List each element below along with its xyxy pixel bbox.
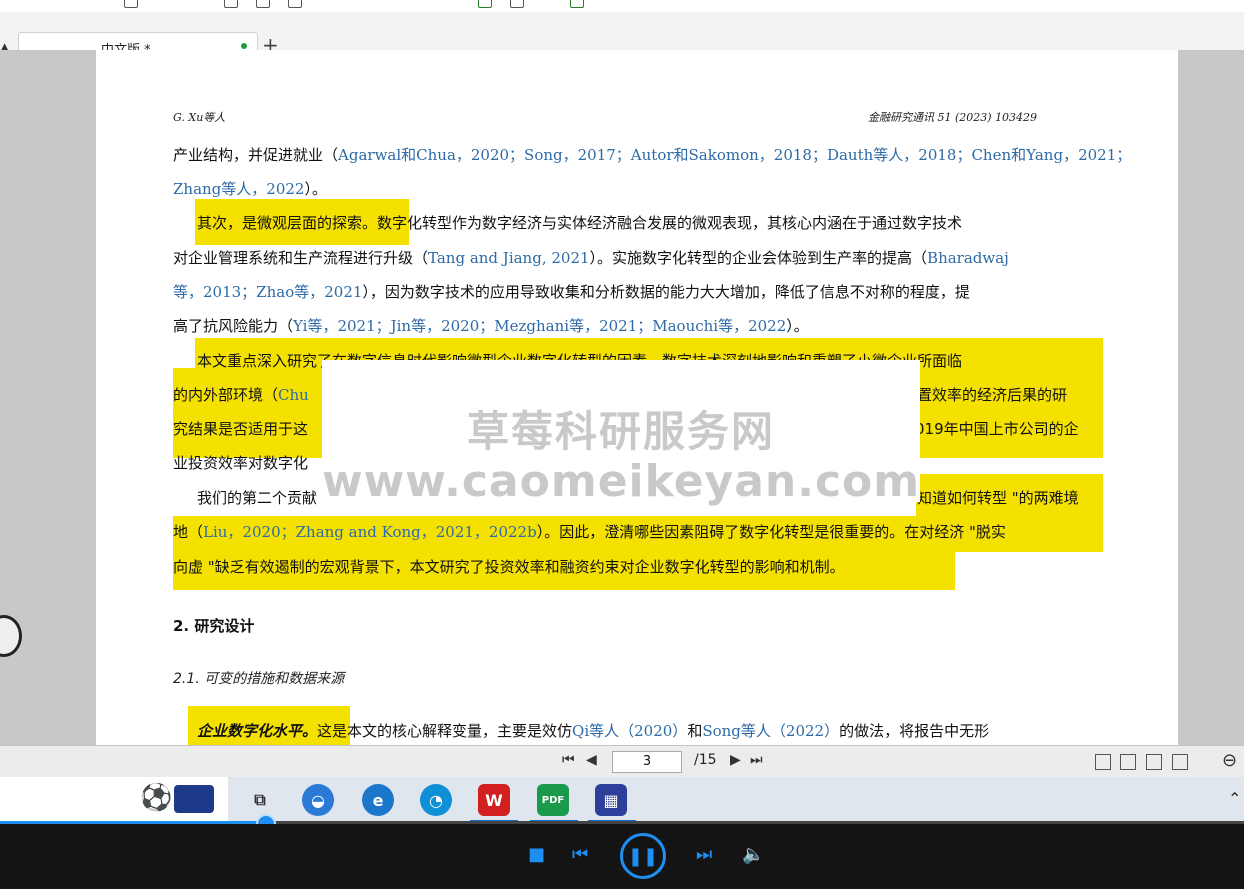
prev-page-icon[interactable]: ◀ [586, 752, 597, 768]
stop-icon[interactable]: ■ [528, 844, 545, 865]
text-line: 产业结构，并促进就业（Agarwal和Chua，2020；Song，2017；A… [173, 146, 1132, 164]
taskbar-search-area[interactable]: ⚽ [0, 777, 228, 823]
citation-link[interactable]: Tang and Jiang, 2021 [428, 249, 590, 267]
page-total: /15 [694, 752, 717, 768]
pdf-reader-icon[interactable]: PDF [537, 784, 569, 816]
text-line: 知道如何转型 "的两难境 [917, 489, 1079, 507]
section-heading: 2. 研究设计 [173, 617, 255, 635]
citation-link[interactable]: Song等人（2022） [702, 722, 839, 740]
next-page-icon[interactable]: ▶ [730, 752, 741, 768]
text-line: 企业数字化水平。这是本文的核心解释变量，主要是效仿Qi等人（2020）和Song… [197, 722, 990, 740]
text-line: 我们的第二个贡献 [197, 489, 318, 507]
citation-link[interactable]: Yi等，2021；Jin等，2020；Mezghani等，2021；Maouch… [293, 317, 786, 335]
text-line: 其次，是微观层面的探索。数字化转型作为数字经济与实体经济融合发展的微观表现，其核… [197, 214, 963, 232]
text-line: 置效率的经济后果的研 [917, 386, 1068, 404]
toolbar-icon[interactable] [570, 0, 584, 8]
text-line: 业投资效率对数字化 [173, 454, 309, 472]
shoe-icon [174, 785, 214, 813]
first-page-icon[interactable]: ⏮ [562, 752, 575, 768]
toolbar-icon[interactable] [224, 0, 238, 8]
watermark-title: 草莓科研服务网 [466, 407, 775, 456]
page-nav-bar: ⏮ ◀ 3 /15 ▶ ⏭ ⊖ [0, 745, 1244, 778]
citation-link[interactable]: Agarwal和Chua，2020；Song，2017；Autor和Sakomo… [338, 146, 1131, 164]
toolbar-icon[interactable] [124, 0, 138, 8]
citation-link[interactable]: Chu [278, 386, 309, 404]
single-page-view-icon[interactable] [1095, 754, 1111, 770]
text-line: 向虚 "缺乏有效遏制的宏观背景下，本文研究了投资效率和融资约束对企业数字化转型的… [173, 558, 845, 576]
subsection-heading: 2.1. 可变的措施和数据来源 [173, 671, 345, 687]
citation-link[interactable]: Bharadwaj [927, 249, 1009, 267]
continuous-view-icon[interactable] [1146, 754, 1162, 770]
citation-link[interactable]: 等，2013；Zhao等，2021 [173, 283, 362, 301]
toolbar-icon[interactable] [288, 0, 302, 8]
text-line: 等，2013；Zhao等，2021），因为数字技术的应用导致收集和分析数据的能力… [173, 283, 970, 301]
taskbar: ⚽ ⧉ ◒ e ◔ W PDF ▦ ⌃ [0, 777, 1244, 823]
text-line: 高了抗风险能力（Yi等，2021；Jin等，2020；Mezghani等，202… [173, 317, 809, 335]
text-line: 对企业管理系统和生产流程进行升级（Tang and Jiang, 2021）。实… [173, 249, 1009, 267]
pause-button[interactable]: ❚❚ [620, 833, 666, 879]
chevron-up-icon[interactable]: ⌃ [1228, 789, 1241, 808]
media-player-controls: ■ ⏮ ❚❚ ⏭ 🔈 [0, 824, 1244, 889]
calendar-app-icon[interactable]: ▦ [595, 784, 627, 816]
text-line: Zhang等人，2022）。 [173, 180, 327, 198]
citation-link[interactable]: Zhang等人，2022 [173, 180, 304, 198]
zoom-out-icon[interactable]: ⊖ [1222, 750, 1237, 771]
toolbar-icon[interactable] [478, 0, 492, 8]
text-line: 地（Liu，2020；Zhang and Kong，2021，2022b）。因此… [173, 523, 1006, 541]
watermark-url: www.caomeikeyan.com [322, 456, 921, 507]
running-header-right: 金融研究通讯 51 (2023) 103429 [868, 111, 1038, 124]
text-line: 019年中国上市公司的企 [915, 420, 1079, 438]
citation-link[interactable]: Liu，2020；Zhang and Kong，2021，2022b [203, 523, 537, 541]
ie-icon[interactable]: e [362, 784, 394, 816]
watermark-overlay: 草莓科研服务网 www.caomeikeyan.com [322, 360, 920, 507]
document-viewer[interactable]: G. Xu等人 金融研究通讯 51 (2023) 103429 产业结构，并促进… [0, 50, 1244, 745]
toolbar-icon[interactable] [510, 0, 524, 8]
text-line: 的内外部环境（Chu [173, 386, 309, 404]
running-header-left: G. Xu等人 [173, 111, 226, 124]
unsaved-dot-icon [241, 43, 247, 49]
edge-icon[interactable]: ◔ [420, 784, 452, 816]
text-line: 究结果是否适用于这 [173, 420, 309, 438]
citation-link[interactable]: Qi等人（2020） [572, 722, 687, 740]
previous-track-icon[interactable]: ⏮ [572, 844, 588, 865]
soccer-ball-icon: ⚽ [140, 783, 173, 813]
wps-icon[interactable]: W [478, 784, 510, 816]
browser-icon[interactable]: ◒ [302, 784, 334, 816]
last-page-icon[interactable]: ⏭ [750, 752, 763, 768]
page-number-input[interactable]: 3 [612, 751, 682, 773]
two-page-view-icon[interactable] [1120, 754, 1136, 770]
volume-icon[interactable]: 🔈 [742, 844, 764, 865]
next-track-icon[interactable]: ⏭ [696, 844, 712, 865]
side-knob[interactable] [0, 615, 22, 657]
toolbar-icon[interactable] [256, 0, 270, 8]
tab-bar: ▲ 中文版 * + [0, 12, 1244, 61]
task-view-icon[interactable]: ⧉ [244, 784, 276, 816]
book-view-icon[interactable] [1172, 754, 1188, 770]
